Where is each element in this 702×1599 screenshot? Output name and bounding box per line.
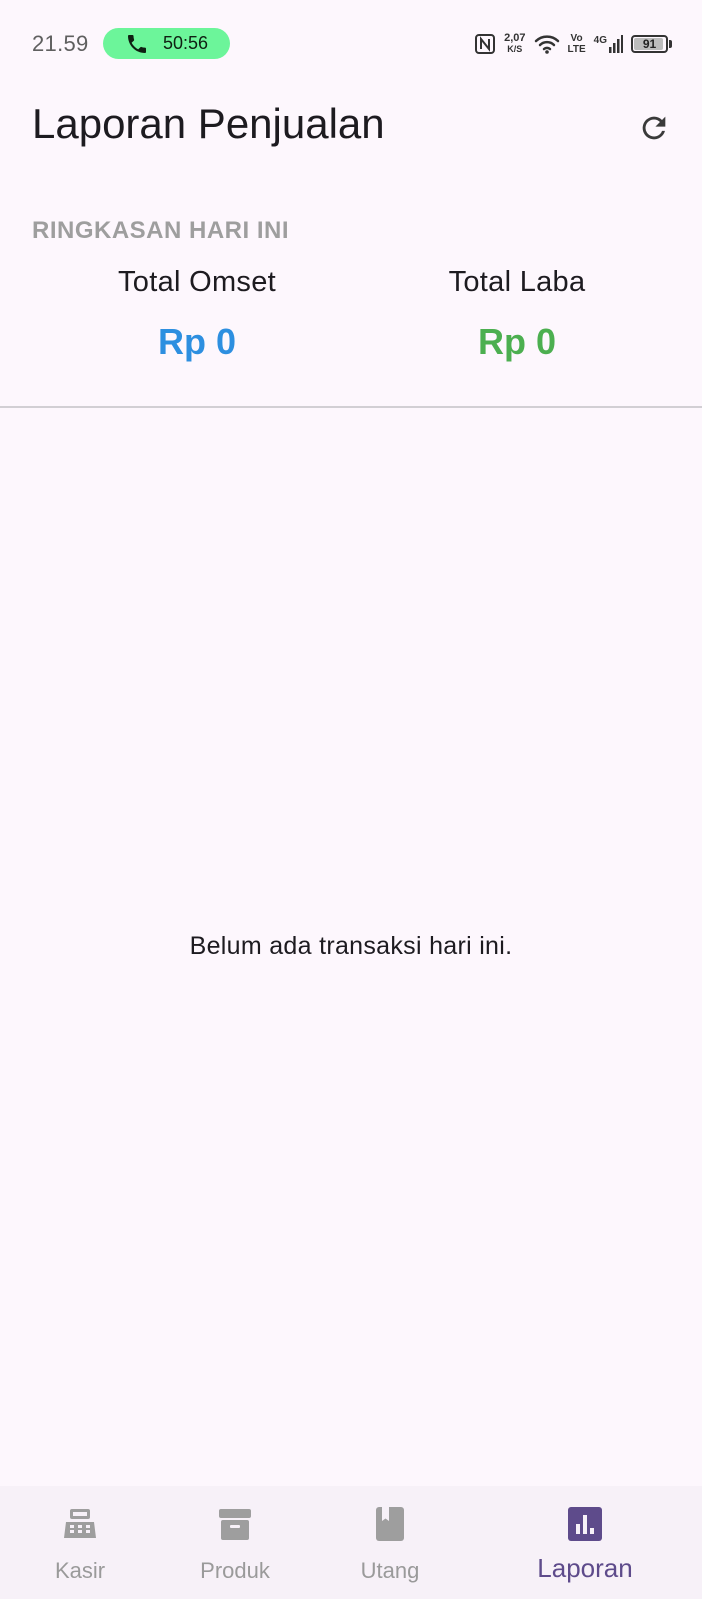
battery-icon: 91 [631, 35, 668, 53]
nav-label-utang: Utang [360, 1558, 420, 1583]
total-laba-card: Total Laba Rp 0 [357, 266, 677, 363]
total-laba-label: Total Laba [448, 266, 586, 298]
bottom-navigation: Kasir Produk Utang Laporan [0, 1486, 702, 1599]
call-duration: 50:56 [163, 33, 209, 53]
refresh-icon [642, 116, 666, 140]
phone-icon [128, 34, 146, 53]
status-icons: 2,07 K/S Vo LTE 4G 91 [474, 30, 672, 58]
nav-item-produk[interactable]: Produk [155, 1486, 315, 1599]
status-bar: 21.59 50:56 2,07 K/S Vo LTE 4G 91 [0, 0, 702, 86]
cash-register-icon [60, 1504, 100, 1544]
total-omset-label: Total Omset [117, 266, 276, 298]
network-type: 4G [593, 35, 607, 46]
network-speed-value: 2,07 [504, 32, 526, 44]
total-omset-card: Total Omset Rp 0 [37, 266, 357, 363]
signal-bars-icon [609, 35, 623, 53]
signal-strength: 4G [594, 35, 623, 53]
app-bar: Laporan Penjualan [0, 86, 702, 206]
total-laba-value: Rp 0 [477, 321, 556, 362]
total-omset-value: Rp 0 [157, 321, 236, 362]
daily-summary: RINGKASAN HARI INI Total Omset Rp 0 Tota… [0, 206, 702, 406]
volte-bottom: LTE [567, 44, 586, 55]
nav-item-kasir[interactable]: Kasir [0, 1486, 160, 1599]
status-time: 21.59 [32, 31, 89, 56]
empty-transactions-message: Belum ada transaksi hari ini. [189, 932, 513, 960]
nav-item-utang[interactable]: Utang [310, 1486, 470, 1599]
ongoing-call-pill[interactable]: 50:56 [103, 28, 230, 59]
summary-divider [0, 406, 702, 408]
bar-chart-icon [565, 1504, 605, 1544]
page-title: Laporan Penjualan [32, 100, 385, 147]
network-speed-unit: K/S [507, 44, 523, 54]
book-icon [370, 1504, 410, 1544]
volte-indicator: Vo LTE [568, 33, 586, 55]
nav-label-kasir: Kasir [54, 1558, 106, 1583]
nav-label-produk: Produk [200, 1558, 270, 1583]
refresh-button[interactable] [626, 100, 682, 156]
nfc-icon [475, 34, 496, 54]
wifi-icon [534, 35, 559, 54]
volte-top: Vo [570, 33, 583, 44]
nav-label-laporan: Laporan [537, 1553, 633, 1583]
network-speed: 2,07 K/S [504, 33, 525, 55]
archive-box-icon [215, 1504, 255, 1544]
summary-heading: RINGKASAN HARI INI [32, 217, 290, 244]
battery-tip [669, 40, 672, 48]
nav-item-laporan[interactable]: Laporan [505, 1486, 665, 1599]
battery-level: 91 [642, 37, 657, 51]
